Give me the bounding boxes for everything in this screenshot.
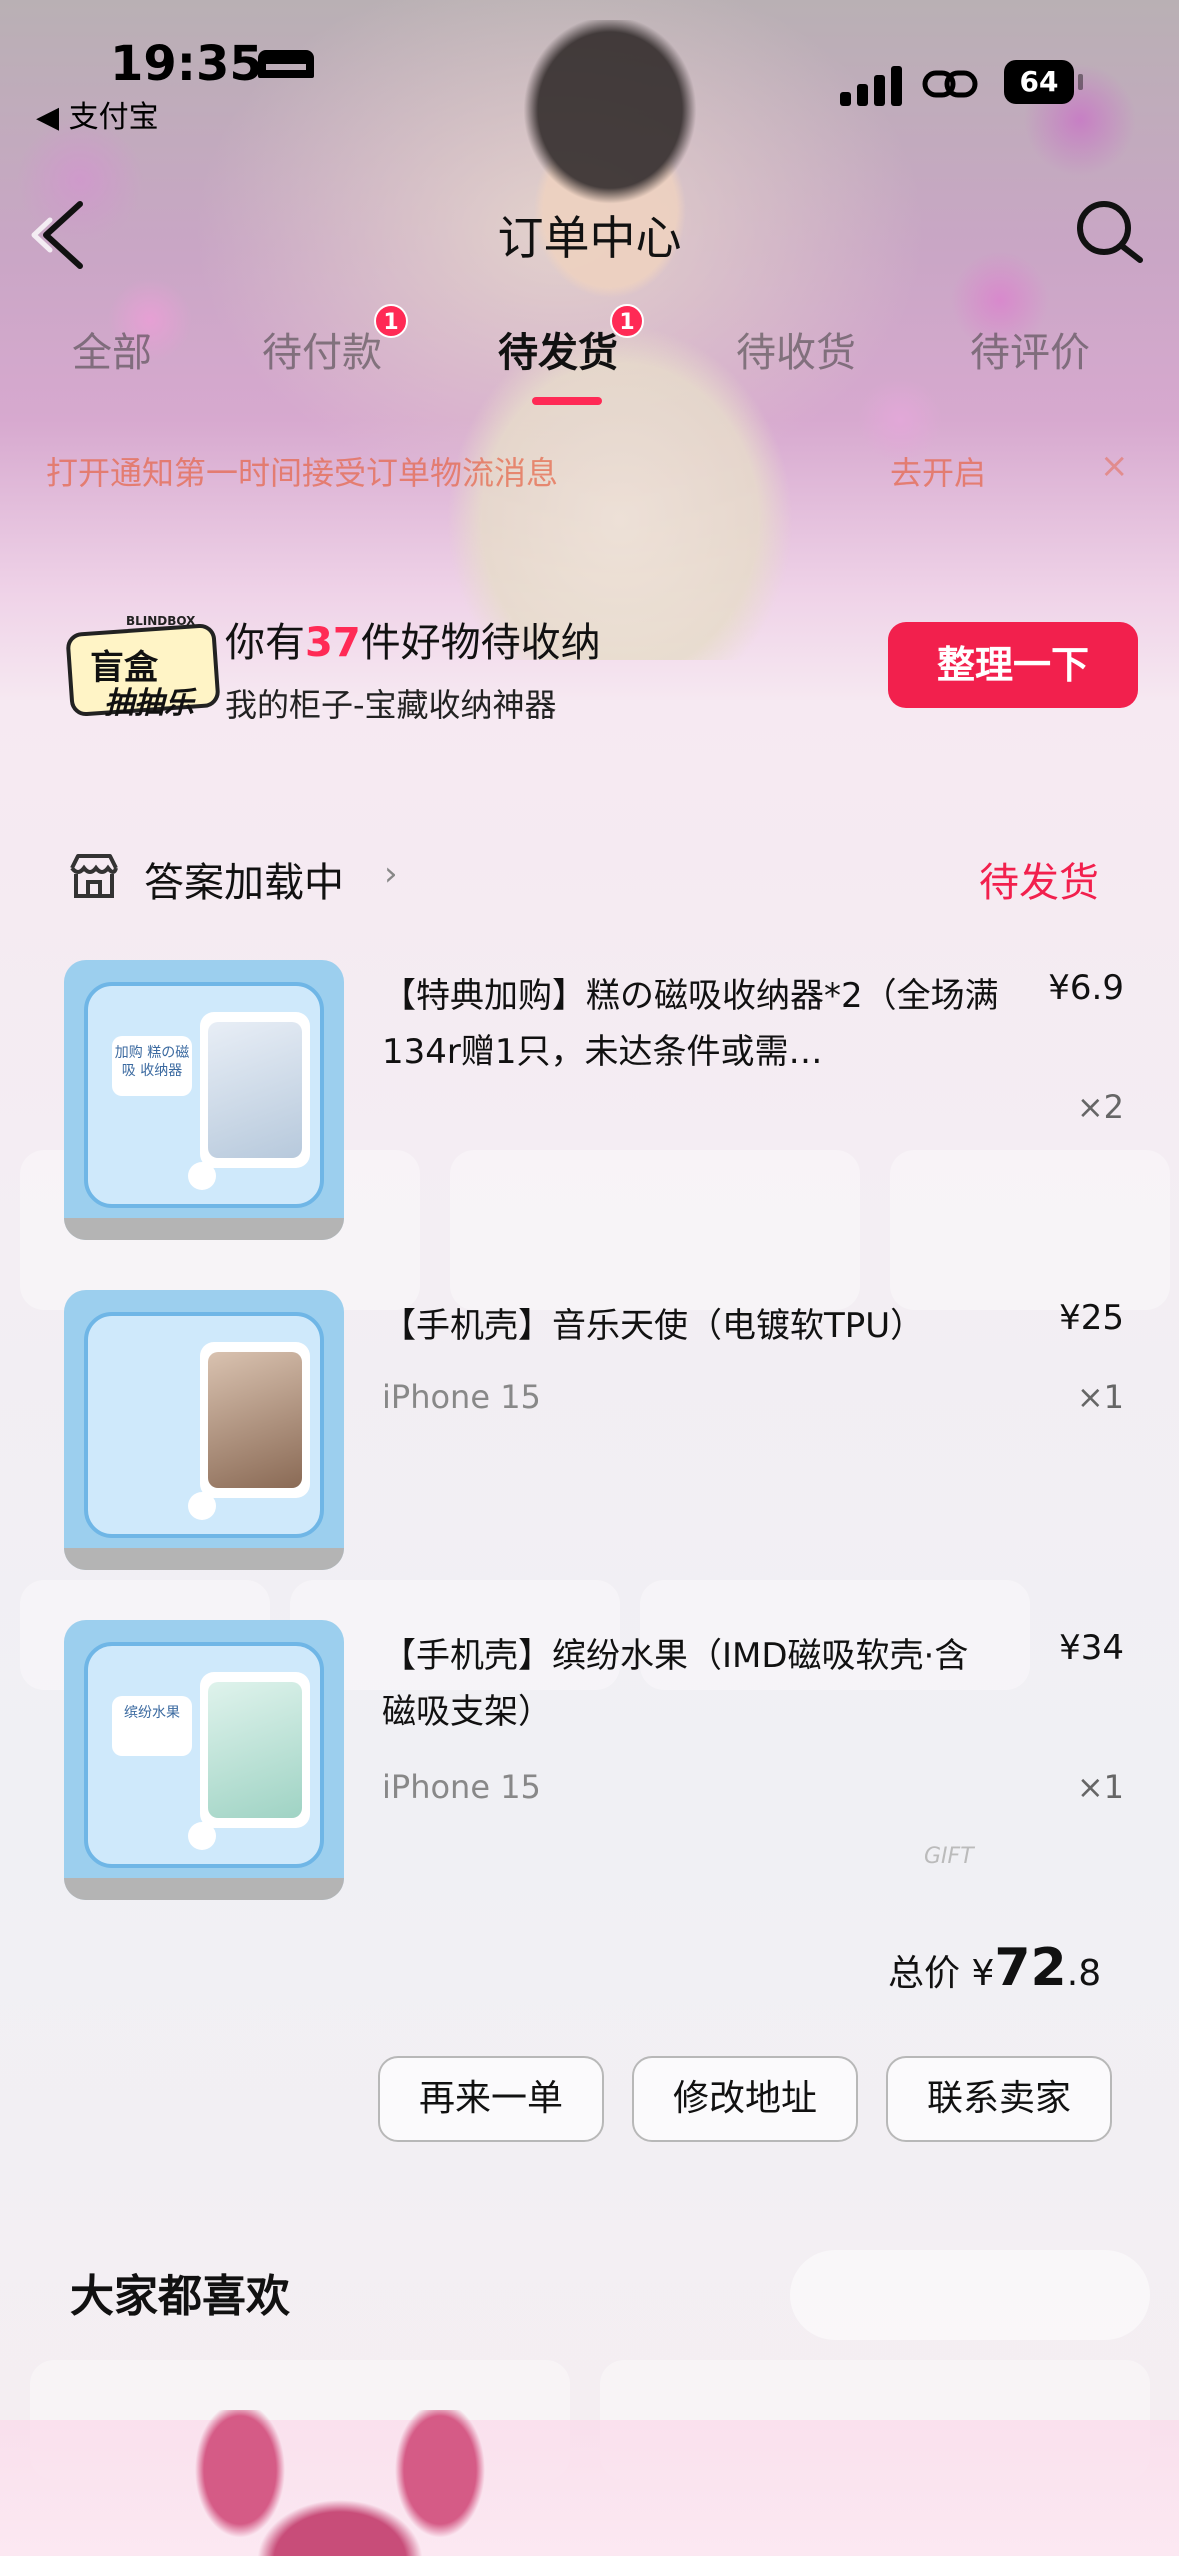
contact-seller-button[interactable]: 联系卖家 <box>886 2056 1112 2142</box>
notification-message: 打开通知第一时间接受订单物流消息 <box>46 454 559 492</box>
close-icon[interactable]: × <box>1100 446 1129 486</box>
thumb-home-button <box>188 1822 216 1850</box>
total-label: 总价 <box>888 1953 961 1994</box>
tab-badge: 1 <box>610 304 644 338</box>
headline-pre: 你有 <box>225 620 305 666</box>
thumb-photo <box>208 1682 302 1818</box>
product-name: 【手机壳】音乐天使（电镀软TPU） <box>382 1306 925 1346</box>
thumb-photo <box>208 1022 302 1158</box>
change-address-button[interactable]: 修改地址 <box>632 2056 858 2142</box>
product-name: 【特典加购】糕の磁吸收纳器*2（全场满134r赠1只，未达条件或需… <box>382 976 999 1072</box>
thumb-home-button <box>188 1162 216 1190</box>
recommend-section-title: 大家都喜欢 <box>70 2271 290 2322</box>
organize-button[interactable]: 整理一下 <box>888 622 1138 708</box>
bg-bunny-decoration <box>180 2410 500 2556</box>
storage-banner[interactable]: BLINDBOX 盲盒 抽抽乐 你有37件好物待收纳 我的柜子-宝藏收纳神器 整… <box>20 580 1160 730</box>
order-actions: 再来一单 修改地址 联系卖家 <box>24 2056 1154 2142</box>
product-spec: iPhone 15 <box>382 1768 541 1806</box>
tab-badge: 1 <box>374 304 408 338</box>
nav-bar: 订单中心 <box>0 180 1179 290</box>
status-bar: 19:35 ◀ 支付宝 64 <box>0 0 1179 135</box>
order-status: 待发货 <box>979 860 1099 906</box>
tab-pending-shipment[interactable]: 待发货 1 <box>498 304 644 378</box>
battery-indicator: 64 <box>1004 60 1083 104</box>
product-quantity: ×2 <box>1076 1088 1124 1126</box>
signal-icon <box>840 62 904 106</box>
tab-label: 待发货 <box>498 330 618 376</box>
notification-strip: 打开通知第一时间接受订单物流消息 去开启 × <box>0 430 1179 510</box>
order-total: 总价 ¥72.8 <box>888 1938 1101 1998</box>
thumb-base <box>64 1218 344 1240</box>
tab-label: 全部 <box>72 330 152 376</box>
shop-name[interactable]: 答案加载中 <box>144 850 344 908</box>
thumb-home-button <box>188 1492 216 1520</box>
enable-notification-button[interactable]: 去开启 <box>890 448 986 494</box>
thumb-photo <box>208 1352 302 1488</box>
thumb-screen <box>200 1012 310 1168</box>
tab-all[interactable]: 全部 <box>72 320 152 378</box>
gift-decoration: GIFT <box>924 1844 1064 1924</box>
bg-bottom-bar <box>0 2420 1179 2556</box>
product-thumbnail[interactable] <box>64 1290 344 1570</box>
reorder-button[interactable]: 再来一单 <box>378 2056 604 2142</box>
back-to-app-link[interactable]: ◀ 支付宝 <box>36 92 159 136</box>
banner-subtitle: 我的柜子-宝藏收纳神器 <box>225 686 557 724</box>
headline-post: 件好物待收纳 <box>360 620 601 666</box>
product-quantity: ×1 <box>1076 1768 1124 1806</box>
bed-icon <box>258 50 314 78</box>
product-thumbnail[interactable]: 加购 糕の磁吸 收纳器 <box>64 960 344 1240</box>
thumb-base <box>64 1878 344 1900</box>
tab-pending-review[interactable]: 待评价 <box>970 320 1090 378</box>
page-title: 订单中心 <box>497 211 682 265</box>
thumb-phone <box>84 1312 324 1538</box>
search-icon[interactable] <box>1070 194 1150 274</box>
tab-active-indicator <box>532 397 602 405</box>
product-quantity: ×1 <box>1076 1378 1124 1416</box>
product-price: ¥25 <box>1059 1298 1124 1338</box>
blindbox-logo: BLINDBOX 盲盒 抽抽乐 <box>65 610 228 721</box>
thumb-phone: 缤纷水果 <box>84 1642 324 1868</box>
total-decimal: .8 <box>1066 1953 1102 1994</box>
order-item[interactable]: 加购 糕の磁吸 收纳器 【特典加购】糕の磁吸收纳器*2（全场满134r赠1只，未… <box>64 960 1124 1250</box>
thumb-label: 加购 糕の磁吸 收纳器 <box>112 1036 192 1096</box>
logo-tag: BLINDBOX <box>126 614 196 628</box>
product-name: 【手机壳】缤纷水果（IMD磁吸软壳·含磁吸支架） <box>382 1636 969 1732</box>
product-spec: iPhone 15 <box>382 1378 541 1416</box>
total-currency: ¥ <box>971 1953 995 1994</box>
thumb-screen <box>200 1342 310 1498</box>
tab-pending-receipt[interactable]: 待收货 <box>736 320 856 378</box>
product-price: ¥6.9 <box>1048 968 1124 1008</box>
thumb-phone: 加购 糕の磁吸 收纳器 <box>84 982 324 1208</box>
logo-line2: 抽抽乐 <box>104 686 194 721</box>
link-icon <box>922 70 978 98</box>
thumb-screen <box>200 1672 310 1828</box>
gift-text: GIFT <box>924 1844 974 1869</box>
order-item[interactable]: 【手机壳】音乐天使（电镀软TPU） ¥25 iPhone 15 ×1 <box>64 1290 1124 1580</box>
product-price: ¥34 <box>1059 1628 1124 1668</box>
banner-headline: 你有37件好物待收纳 <box>225 610 601 668</box>
tab-pending-payment[interactable]: 待付款 1 <box>262 304 408 378</box>
product-thumbnail[interactable]: 缤纷水果 <box>64 1620 344 1900</box>
order-tabs: 全部 待付款 1 待发货 1 待收货 待评价 <box>0 300 1179 410</box>
tab-label: 待评价 <box>970 330 1090 376</box>
tab-label: 待收货 <box>736 330 856 376</box>
total-integer: 72 <box>994 1938 1067 1998</box>
shop-icon <box>70 854 118 898</box>
chevron-right-icon[interactable]: › <box>384 854 398 894</box>
thumb-label: 缤纷水果 <box>112 1696 192 1756</box>
tab-label: 待付款 <box>262 330 382 376</box>
status-time: 19:35 <box>110 36 263 92</box>
bg-ghost-pill <box>790 2250 1150 2340</box>
headline-count: 37 <box>305 620 361 666</box>
thumb-base <box>64 1548 344 1570</box>
order-card[interactable]: 答案加载中 › 待发货 加购 糕の磁吸 收纳器 【特典加购】糕の磁吸收纳器*2（… <box>24 820 1154 2200</box>
